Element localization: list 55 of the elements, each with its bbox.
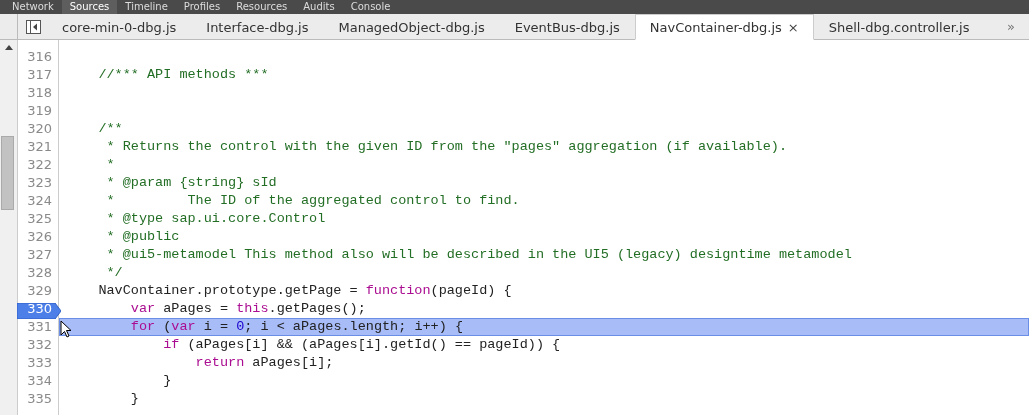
code-line: * @ui5-metamodel This method also will be described in the UI5 (legacy) designtime metamodel <box>105 246 853 264</box>
line-number: 316 <box>27 49 52 64</box>
menu-tab[interactable]: Sources <box>61 0 118 14</box>
file-tab[interactable]: NavContainer-dbg.js × <box>634 13 814 40</box>
line-number: 323 <box>27 175 52 190</box>
line-number: 318 <box>27 85 52 100</box>
panel-toggle-icon[interactable] <box>26 19 41 34</box>
code-line: * Returns the control with the given ID from the "pages" aggregation (if available). <box>105 138 789 156</box>
line-number: 320 <box>27 121 52 136</box>
code-line: * <box>105 156 116 174</box>
code-line: var aPages = this.getPages(); <box>129 300 367 318</box>
file-tab[interactable]: EventBus-dbg.js <box>499 13 635 40</box>
code-line: * @public <box>105 228 181 246</box>
code-line: /** <box>97 120 124 138</box>
menu-tab[interactable]: Timeline <box>117 0 176 14</box>
menu-tab[interactable]: Console <box>342 0 399 14</box>
code-line: * @param {string} sId <box>105 174 278 192</box>
scrollbar-thumb[interactable] <box>1 136 14 210</box>
line-number: 327 <box>27 247 52 262</box>
line-number: 326 <box>27 229 52 244</box>
line-number: 335 <box>27 391 52 406</box>
code-line: return aPages[i]; <box>194 354 335 372</box>
code-line: */ <box>105 264 124 282</box>
line-number: 328 <box>27 265 52 280</box>
close-icon[interactable]: × <box>787 19 799 35</box>
line-number: 317 <box>27 67 52 82</box>
file-tab[interactable]: Shell-dbg.controller.js <box>813 13 985 40</box>
code-line: NavContainer.prototype.getPage = function(pageId) { <box>97 282 513 300</box>
line-number: 331 <box>27 319 52 334</box>
code-line: if (aPages[i] && (aPages[i].getId() == pageId)) { <box>162 336 562 354</box>
line-number: 322 <box>27 157 52 172</box>
file-tab[interactable]: core-min-0-dbg.js <box>47 13 192 40</box>
line-number: 333 <box>27 355 52 370</box>
menu-tab[interactable]: Audits <box>295 0 343 14</box>
code-line: //*** API methods *** <box>97 66 270 84</box>
line-number: 319 <box>27 103 52 118</box>
line-number: 330 <box>27 301 52 316</box>
line-number: 329 <box>27 283 52 298</box>
code-line: * @type sap.ui.core.Control <box>105 210 327 228</box>
menu-tab[interactable]: Network <box>4 0 62 14</box>
code-line: * The ID of the aggregated control to find. <box>105 192 521 210</box>
menu-tab[interactable]: Resources <box>228 0 296 14</box>
line-number: 324 <box>27 193 52 208</box>
line-number: 332 <box>27 337 52 352</box>
breakpoint-marker[interactable] <box>17 302 61 319</box>
menu-tab[interactable]: Profiles <box>175 0 229 14</box>
line-number: 321 <box>27 139 52 154</box>
file-tab[interactable]: Interface-dbg.js <box>191 13 324 40</box>
file-tab[interactable]: ManagedObject-dbg.js <box>323 13 500 40</box>
line-number: 334 <box>27 373 52 388</box>
line-number: 325 <box>27 211 52 226</box>
scroll-up-arrow-icon[interactable] <box>5 45 13 50</box>
overflow-chevron[interactable]: » <box>993 16 1029 37</box>
code-line: } <box>162 372 173 390</box>
code-line: } <box>129 390 140 408</box>
